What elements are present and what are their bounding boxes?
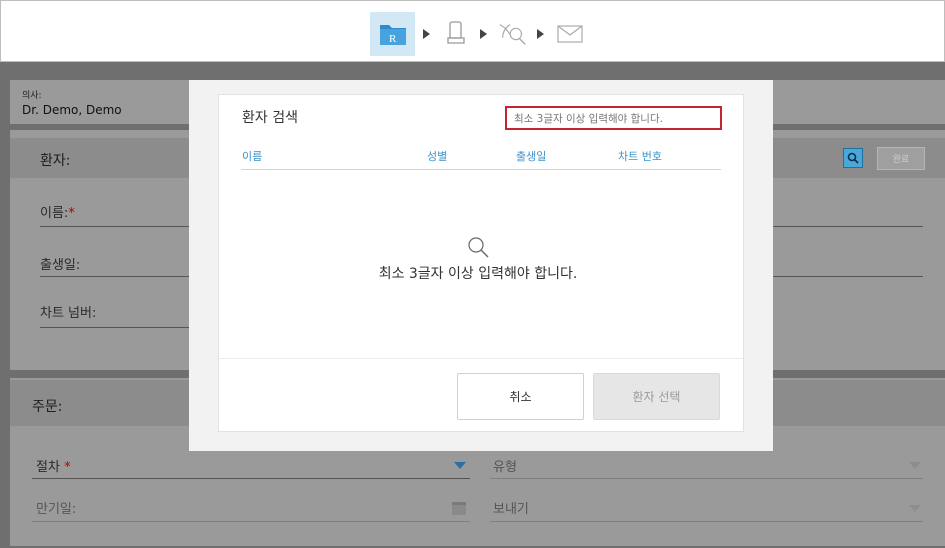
workflow-toolbar: R bbox=[0, 0, 945, 62]
birthdate-input[interactable] bbox=[40, 276, 190, 277]
column-header-birthdate[interactable]: 출생일 bbox=[516, 148, 546, 164]
select-patient-button[interactable]: 환자 선택 bbox=[593, 373, 720, 420]
doctor-label: 의사: bbox=[22, 91, 42, 101]
procedure-select[interactable] bbox=[32, 478, 470, 479]
column-header-divider bbox=[241, 169, 721, 170]
chart-number-input[interactable] bbox=[40, 327, 190, 328]
type-dropdown-icon[interactable] bbox=[909, 462, 921, 469]
column-header-chart-number[interactable]: 차트 번호 bbox=[618, 148, 662, 164]
min-chars-hint: 최소 3글자 이상 입력해야 합니다. bbox=[505, 106, 722, 130]
workflow-steps: R bbox=[370, 12, 586, 56]
type-field-label: 유형 bbox=[493, 460, 517, 475]
send-to-dropdown-icon[interactable] bbox=[909, 505, 921, 512]
step-arrow bbox=[480, 29, 487, 39]
calendar-icon[interactable] bbox=[452, 502, 466, 515]
name-input-right[interactable] bbox=[773, 226, 923, 227]
send-to-field-label: 보내기 bbox=[493, 502, 529, 517]
column-header-name[interactable]: 이름 bbox=[242, 148, 262, 164]
send-envelope-icon bbox=[557, 25, 583, 43]
name-input[interactable] bbox=[40, 226, 190, 227]
type-select[interactable] bbox=[490, 478, 923, 479]
done-button[interactable]: 완료 bbox=[877, 147, 925, 170]
name-field-label: 이름:* bbox=[40, 206, 75, 221]
rx-label: R bbox=[389, 33, 397, 45]
patient-section-title: 환자: bbox=[40, 153, 71, 169]
doctor-name: Dr. Demo, Demo bbox=[22, 103, 122, 117]
magnifier-icon bbox=[468, 237, 489, 258]
footer-divider bbox=[219, 358, 743, 359]
due-date-input[interactable] bbox=[32, 521, 470, 522]
step-arrow bbox=[423, 29, 430, 39]
empty-results-message: 최소 3글자 이상 입력해야 합니다. bbox=[378, 266, 578, 282]
cancel-button[interactable]: 취소 bbox=[457, 373, 584, 420]
dialog-title: 환자 검색 bbox=[242, 110, 298, 126]
step-scan-button[interactable] bbox=[440, 18, 472, 50]
step-arrow bbox=[537, 29, 544, 39]
chart-number-field-label: 차트 넘버: bbox=[40, 306, 97, 321]
step-view-button[interactable] bbox=[497, 18, 529, 50]
step-rx-button[interactable]: R bbox=[370, 12, 415, 56]
birthdate-input-right[interactable] bbox=[773, 276, 923, 277]
patient-search-button[interactable] bbox=[843, 148, 863, 168]
view-tooth-icon bbox=[499, 24, 526, 45]
birthdate-field-label: 출생일: bbox=[40, 258, 81, 273]
procedure-dropdown-icon[interactable] bbox=[454, 462, 466, 469]
due-date-field-label: 만기일: bbox=[36, 502, 77, 517]
procedure-field-label: 절차 * bbox=[36, 460, 71, 475]
scanner-wand-icon bbox=[447, 21, 465, 44]
rx-folder-icon: R bbox=[379, 25, 406, 45]
search-icon bbox=[847, 152, 859, 164]
step-send-button[interactable] bbox=[554, 18, 586, 50]
column-header-gender[interactable]: 성별 bbox=[427, 148, 447, 164]
send-to-select[interactable] bbox=[490, 521, 923, 522]
order-section-title: 주문: bbox=[32, 399, 63, 415]
